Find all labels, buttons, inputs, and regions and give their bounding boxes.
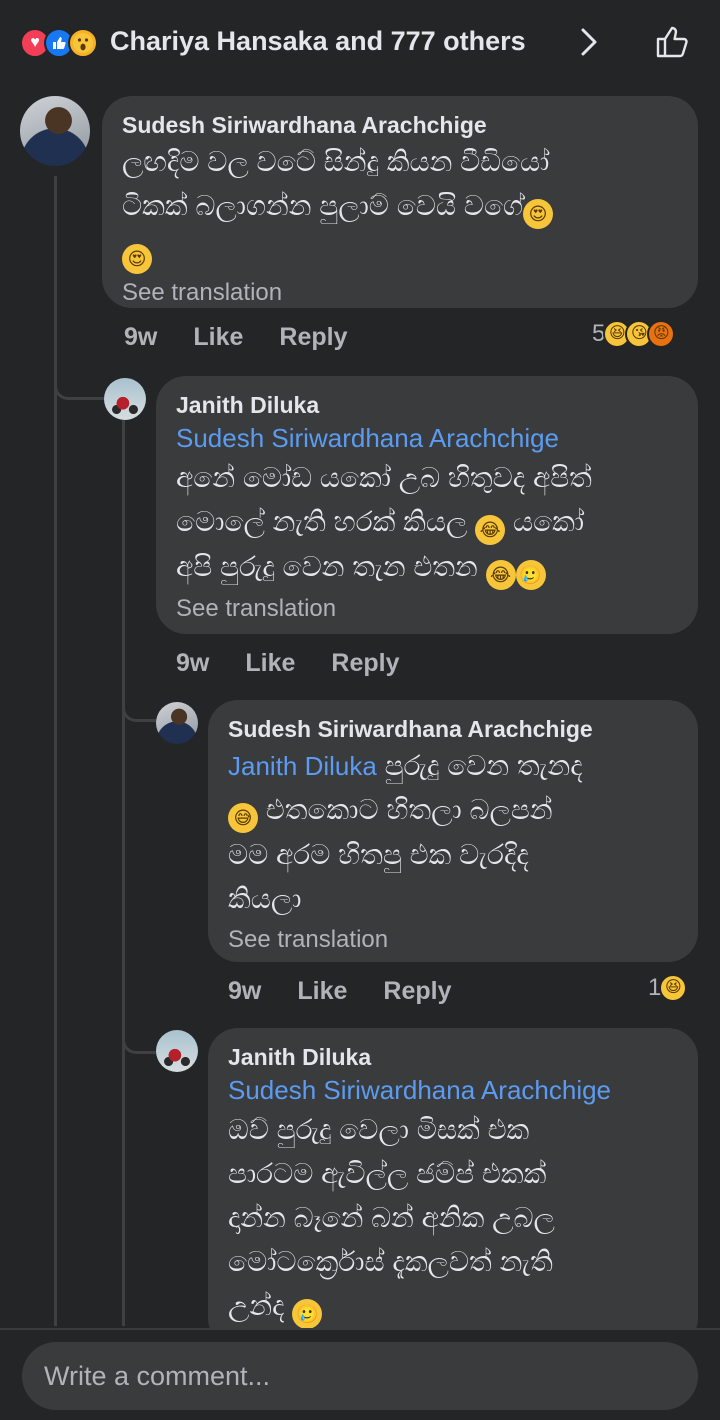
comment-composer [0, 1328, 720, 1420]
mention-link[interactable]: Sudesh Siriwardhana Arachchige [176, 420, 678, 456]
comment-text-segment: උන්ද [228, 1290, 285, 1321]
comment-author[interactable]: Sudesh Siriwardhana Arachchige [122, 110, 678, 140]
comment-author[interactable]: Janith Diluka [228, 1042, 678, 1072]
comment-text-segment: ටිකක් බලාගන්න පුලාම් වෙයි වගේ [122, 190, 524, 221]
thread-elbow-3 [122, 1010, 156, 1054]
see-translation-link[interactable]: See translation [228, 923, 678, 957]
thread-line-root [54, 176, 57, 1326]
thumbs-up-icon[interactable] [652, 22, 692, 67]
thread-elbow-1 [54, 360, 104, 400]
comment-text-segment: එතකොට හිතලා බලපන් [265, 794, 553, 825]
grinning-sweat-emoji-icon: 😅 [228, 803, 258, 833]
comment-text-line: ලඟදිම වල වටේ සින්දු කියන වීඩියෝ [122, 146, 550, 177]
comment-text-line: අපි පුරුදු වෙන තැන එතන 😂 🥲 [176, 545, 678, 590]
comment-author[interactable]: Janith Diluka [176, 390, 678, 420]
comment-text-line: උන්ද 🥲 [228, 1284, 678, 1329]
comment-text-line: Janith Diluka පුරුදු වෙන තැනද [228, 744, 678, 788]
avatar[interactable] [20, 96, 90, 166]
avatar[interactable] [104, 378, 146, 420]
comment-text-line: ඔව් පුරුදු වෙලා මිසක් එක [228, 1114, 530, 1145]
reactions-summary-bar[interactable]: ♥ Chariya Hansaka and 777 others [0, 0, 720, 86]
comment-bubble: Sudesh Siriwardhana Arachchige Janith Di… [208, 700, 698, 962]
write-comment-input[interactable] [22, 1342, 698, 1410]
see-translation-link[interactable]: See translation [176, 592, 678, 626]
thread-line-level2 [122, 420, 125, 1326]
comment-actions: 9w Like Reply [176, 646, 435, 680]
comment-text-line: ටිකක් බලාගන්න පුලාම් වෙයි වගේ 😍 [122, 184, 678, 229]
comment-bubble: Sudesh Siriwardhana Arachchige ලඟදිම වල … [102, 96, 698, 308]
comment-text-segment: මොලේ නැති හරක් කියල [176, 506, 468, 537]
wow-reaction-icon [68, 28, 98, 58]
comment-reaction-count[interactable]: 5 😆 😘 😡 [592, 320, 676, 348]
reply-button[interactable]: Reply [331, 649, 399, 678]
crying-face-emoji-icon: 🥲 [292, 1299, 323, 1329]
comment-text-line: මම අරම හිතපු එක වැරදිද [228, 839, 529, 870]
chevron-right-icon[interactable] [575, 22, 603, 67]
comment-text-line: කියලා [228, 883, 302, 914]
reactions-summary-text[interactable]: Chariya Hansaka and 777 others [110, 26, 526, 57]
haha-reaction-icon: 😆 [659, 974, 688, 1002]
tears-of-joy-emoji-icon: 😂 [475, 515, 506, 545]
comment-bubble: Janith Diluka Sudesh Siriwardhana Arachc… [208, 1028, 698, 1348]
mention-link[interactable]: Janith Diluka [228, 751, 377, 781]
like-button[interactable]: Like [297, 977, 347, 1006]
comments-page: ♥ Chariya Hansaka and 777 others Sudesh … [0, 0, 720, 1420]
comment-text: අනේ මෝඩ යකෝ උබ හිතුවද අපිත් මොලේ නැති හර… [176, 456, 678, 590]
comment-timestamp[interactable]: 9w [176, 649, 209, 678]
see-translation-link[interactable]: See translation [122, 276, 678, 310]
thread-elbow-2 [122, 680, 156, 722]
like-button[interactable]: Like [193, 323, 243, 352]
comment-timestamp[interactable]: 9w [228, 977, 261, 1006]
comment-reaction-count[interactable]: 1 😆 [648, 974, 688, 1002]
comment-actions: 9w Like Reply [124, 320, 383, 354]
comment-text-line: දාන්න බෑනේ බන් අනික උබල [228, 1202, 555, 1233]
like-button[interactable]: Like [245, 649, 295, 678]
comment-text-line: මෝටර්ක්‍රොස් දැකලවත් නැති [228, 1246, 553, 1277]
comment-bubble: Janith Diluka Sudesh Siriwardhana Arachc… [156, 376, 698, 634]
comment-author[interactable]: Sudesh Siriwardhana Arachchige [228, 714, 678, 744]
avatar[interactable] [156, 1030, 198, 1072]
comment-text-line: පාරටම ඇවිල්ල ජම්ප් එකක් [228, 1158, 547, 1189]
comment-text: Janith Diluka පුරුදු වෙන තැනද 😅 එතකොට හි… [228, 744, 678, 921]
comment-text-segment: පුරුදු වෙන තැනද [384, 750, 583, 781]
reply-button[interactable]: Reply [279, 323, 347, 352]
mention-link[interactable]: Sudesh Siriwardhana Arachchige [228, 1072, 678, 1108]
comment-actions: 9w Like Reply [228, 974, 487, 1008]
crying-face-emoji-icon: 🥲 [515, 560, 546, 590]
comment-text-line: මොලේ නැති හරක් කියල 😂 යකෝ [176, 500, 678, 545]
comment-text-line: 😅 එතකොට හිතලා බලපන් [228, 788, 678, 833]
avatar[interactable] [156, 702, 198, 744]
comment-timestamp[interactable]: 9w [124, 323, 157, 352]
comment-text-line: 😍 [122, 229, 678, 274]
heart-eyes-emoji-icon: 😍 [122, 244, 152, 274]
heart-eyes-emoji-icon: 😍 [523, 199, 554, 229]
comment-text-segment: අපි පුරුදු වෙන තැන එතන [176, 551, 478, 582]
tears-of-joy-emoji-icon: 😂 [485, 560, 516, 590]
comment-text-line: අනේ මෝඩ යකෝ උබ හිතුවද අපිත් [176, 462, 592, 493]
reply-button[interactable]: Reply [383, 977, 451, 1006]
angry-reaction-icon: 😡 [647, 320, 676, 348]
comment-text: ඔව් පුරුදු වෙලා මිසක් එක පාරටම ඇවිල්ල ජම… [228, 1108, 678, 1329]
comment-text: ලඟදිම වල වටේ සින්දු කියන වීඩියෝ ටිකක් බල… [122, 140, 678, 274]
reaction-icons: ♥ [20, 28, 98, 58]
comment-text-segment: යකෝ [512, 506, 585, 537]
